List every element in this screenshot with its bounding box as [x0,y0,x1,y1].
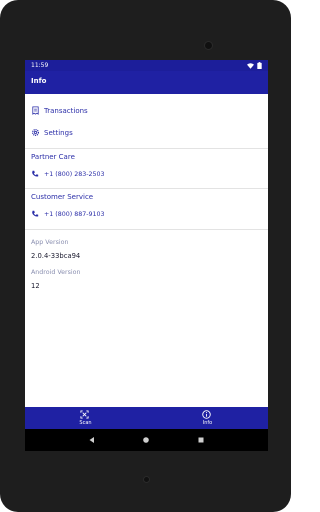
divider [25,188,268,189]
nav-label-scan: Scan [79,420,92,426]
back-icon[interactable] [88,436,96,444]
android-version-value: 12 [31,282,40,290]
front-camera [204,41,213,50]
android-version-label: Android Version [31,269,81,276]
scan-icon [80,410,89,419]
divider [25,148,268,149]
settings-label: Settings [44,129,73,137]
app-version-label: App Version [31,239,69,246]
customer-service-phone[interactable]: +1 (800) 887-9103 [25,207,268,223]
phone-icon [32,170,39,177]
info-icon [202,410,211,419]
home-sensor [143,476,150,483]
receipt-icon [32,106,39,115]
transactions-item[interactable]: Transactions [25,101,268,121]
settings-item[interactable]: Settings [25,123,268,143]
divider [25,229,268,230]
partner-care-phone-number: +1 (800) 283-2503 [44,171,105,178]
wifi-icon [247,62,254,69]
transactions-label: Transactions [44,107,88,115]
bottom-navigation: Scan Info [25,407,268,429]
status-time: 11:59 [31,62,49,69]
customer-service-phone-number: +1 (800) 887-9103 [44,211,105,218]
page-title: Info [31,77,47,85]
partner-care-phone[interactable]: +1 (800) 283-2503 [25,167,268,183]
tablet-frame: 11:59 Info Transactions Settings Partner… [0,0,291,512]
phone-icon [32,210,39,217]
app-version-value: 2.0.4-33bca94 [31,252,81,260]
nav-label-info: Info [202,420,213,426]
system-navigation-bar [25,429,268,451]
screen: 11:59 Info Transactions Settings Partner… [25,60,268,451]
partner-care-title: Partner Care [31,153,75,161]
app-bar: Info [25,71,268,94]
recents-icon[interactable] [197,436,205,444]
nav-item-scan[interactable]: Scan [25,407,146,429]
battery-icon [257,62,262,69]
nav-item-info[interactable]: Info [147,407,268,429]
status-bar: 11:59 [25,60,268,71]
gear-icon [31,128,40,137]
customer-service-title: Customer Service [31,193,94,201]
status-icons [247,62,262,69]
home-icon[interactable] [142,436,150,444]
